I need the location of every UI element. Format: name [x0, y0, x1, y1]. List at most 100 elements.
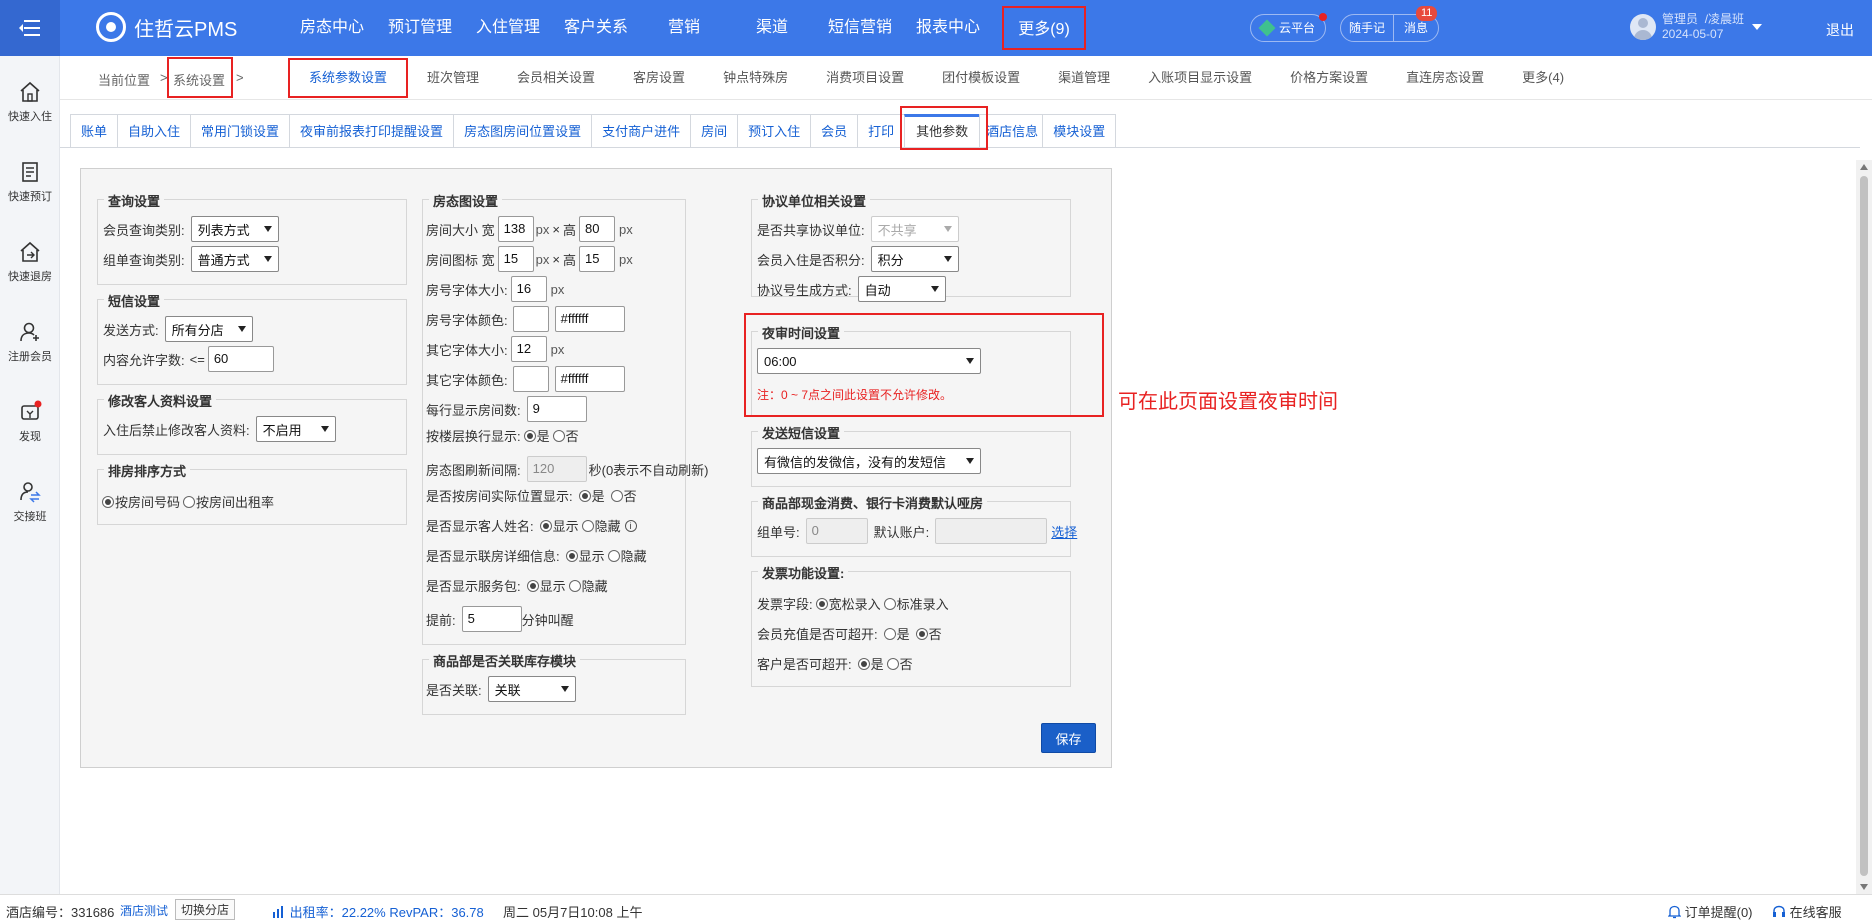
guest-edit-select[interactable]: 不启用: [255, 416, 336, 442]
guest-name-hide-radio[interactable]: [581, 519, 594, 532]
tab-self-checkin[interactable]: 自助入住: [117, 114, 191, 148]
nav-crm[interactable]: 客户关系: [552, 0, 640, 56]
tab-print[interactable]: 打印: [857, 114, 905, 148]
user-menu[interactable]: 管理员 /凌晨班 2024-05-07: [1630, 12, 1763, 42]
tab-pre-audit-print[interactable]: 夜审前报表打印提醒设置: [289, 114, 454, 148]
service-package-show-radio[interactable]: [526, 579, 539, 592]
scrollbar-thumb[interactable]: [1860, 176, 1868, 876]
floor-wrap-yes-radio[interactable]: [523, 429, 536, 442]
guest-name-show-radio[interactable]: [539, 519, 552, 532]
agreement-number-select[interactable]: 自动: [857, 276, 946, 302]
default-account-input[interactable]: [935, 518, 1048, 544]
room-width-input[interactable]: 138: [497, 216, 534, 242]
sidebar-item-handover[interactable]: 交接班: [0, 480, 60, 524]
invoice-loose-radio[interactable]: [815, 597, 828, 610]
icon-height-input[interactable]: 15: [578, 246, 615, 272]
subnav-more[interactable]: 更多(4): [1503, 56, 1583, 100]
nav-reports[interactable]: 报表中心: [904, 0, 992, 56]
sort-by-number-radio[interactable]: [102, 495, 114, 508]
room-number-font-input[interactable]: 16: [510, 276, 547, 302]
nav-room-status[interactable]: 房态中心: [288, 0, 376, 56]
tab-member[interactable]: 会员: [810, 114, 858, 148]
other-color-input[interactable]: #ffffff: [554, 366, 625, 392]
info-icon[interactable]: i: [624, 519, 637, 532]
room-number-color-swatch[interactable]: [512, 306, 549, 332]
customer-overissue-no-radio[interactable]: [886, 657, 899, 670]
save-button[interactable]: 保存: [1041, 723, 1096, 753]
sidebar-item-quick-checkout[interactable]: 快速退房: [0, 240, 60, 284]
group-number-input[interactable]: 0: [805, 518, 868, 544]
nav-more[interactable]: 更多(9): [1002, 6, 1086, 50]
tab-reservation-checkin[interactable]: 预订入住: [737, 114, 811, 148]
subnav-group-templates[interactable]: 团付模板设置: [923, 56, 1039, 100]
sms-send-select[interactable]: 所有分店: [164, 316, 253, 342]
logout-button[interactable]: 退出: [1826, 20, 1854, 40]
subnav-shifts[interactable]: 班次管理: [408, 56, 498, 100]
refresh-interval-input[interactable]: 120: [526, 456, 587, 482]
subnav-price-plans[interactable]: 价格方案设置: [1271, 56, 1387, 100]
actual-position-yes-radio[interactable]: [578, 489, 591, 502]
tab-other-params[interactable]: 其他参数: [904, 114, 980, 148]
other-color-swatch[interactable]: [512, 366, 549, 392]
tab-module-settings[interactable]: 模块设置: [1042, 114, 1117, 148]
share-agreement-select[interactable]: 不共享: [870, 216, 959, 242]
tab-door-lock[interactable]: 常用门锁设置: [190, 114, 290, 148]
send-sms-select[interactable]: 有微信的发微信，没有的发短信: [757, 448, 981, 474]
tab-hotel-info[interactable]: 酒店信息: [979, 114, 1043, 148]
subnav-channel-management[interactable]: 渠道管理: [1039, 56, 1129, 100]
room-height-input[interactable]: 80: [578, 216, 615, 242]
subnav-member-settings[interactable]: 会员相关设置: [498, 56, 614, 100]
nav-reservation[interactable]: 预订管理: [376, 0, 464, 56]
nav-channel[interactable]: 渠道: [728, 0, 816, 56]
wakeup-input[interactable]: 5: [461, 606, 522, 632]
other-font-input[interactable]: 12: [510, 336, 547, 362]
icon-width-input[interactable]: 15: [497, 246, 534, 272]
subnav-room-settings[interactable]: 客房设置: [614, 56, 704, 100]
customer-overissue-yes-radio[interactable]: [857, 657, 870, 670]
tab-room[interactable]: 房间: [690, 114, 738, 148]
member-query-select[interactable]: 列表方式: [190, 216, 279, 242]
nav-marketing[interactable]: 营销: [640, 0, 728, 56]
vertical-scrollbar[interactable]: [1856, 160, 1872, 894]
sms-length-input[interactable]: 60: [207, 346, 274, 372]
member-points-select[interactable]: 积分: [870, 246, 959, 272]
switch-branch-button[interactable]: 切换分店: [175, 899, 236, 920]
sort-by-occupancy-radio[interactable]: [183, 495, 196, 508]
scroll-up-icon[interactable]: [1860, 164, 1868, 170]
tab-bill[interactable]: 账单: [70, 114, 118, 148]
scroll-down-icon[interactable]: [1860, 884, 1868, 890]
nav-checkin[interactable]: 入住管理: [464, 0, 552, 56]
nav-sms-marketing[interactable]: 短信营销: [816, 0, 904, 56]
room-number-color-input[interactable]: #ffffff: [554, 306, 625, 332]
hotel-name[interactable]: 酒店测试: [120, 902, 168, 919]
sidebar-item-quick-checkin[interactable]: 快速入住: [0, 80, 60, 124]
member-overissue-yes-radio[interactable]: [883, 627, 896, 640]
tab-payment-merchant[interactable]: 支付商户进件: [591, 114, 691, 148]
online-service[interactable]: 在线客服: [1772, 902, 1842, 921]
linked-room-show-radio[interactable]: [565, 549, 578, 562]
messages-button[interactable]: 消息 11: [1393, 6, 1440, 42]
sidebar-item-discover[interactable]: 发现: [0, 400, 60, 444]
menu-toggle-button[interactable]: [0, 0, 60, 56]
subnav-direct-room-status[interactable]: 直连房态设置: [1387, 56, 1503, 100]
group-query-select[interactable]: 普通方式: [190, 246, 279, 272]
subnav-consumption-items[interactable]: 消费项目设置: [807, 56, 923, 100]
actual-position-no-radio[interactable]: [610, 489, 623, 502]
rooms-per-row-input[interactable]: 9: [526, 396, 587, 422]
sidebar-item-quick-booking[interactable]: 快速预订: [0, 160, 60, 204]
stock-link-select[interactable]: 关联: [487, 676, 576, 702]
floor-wrap-no-radio[interactable]: [552, 429, 565, 442]
member-overissue-no-radio[interactable]: [915, 627, 928, 640]
invoice-standard-radio[interactable]: [883, 597, 896, 610]
select-account-link[interactable]: 选择: [1051, 522, 1077, 541]
notes-button[interactable]: 随手记: [1340, 14, 1395, 42]
cloud-platform-button[interactable]: 云平台: [1250, 13, 1327, 42]
subnav-hourly-rooms[interactable]: 钟点特殊房: [704, 56, 807, 100]
app-logo[interactable]: 住哲云PMS: [96, 12, 237, 42]
subnav-posting-display[interactable]: 入账项目显示设置: [1129, 56, 1271, 100]
order-reminder[interactable]: 订单提醒(0): [1667, 902, 1753, 921]
sidebar-item-register-member[interactable]: 注册会员: [0, 320, 60, 364]
subnav-system-params[interactable]: 系统参数设置: [288, 58, 409, 98]
linked-room-hide-radio[interactable]: [607, 549, 620, 562]
tab-room-position[interactable]: 房态图房间位置设置: [453, 114, 592, 148]
